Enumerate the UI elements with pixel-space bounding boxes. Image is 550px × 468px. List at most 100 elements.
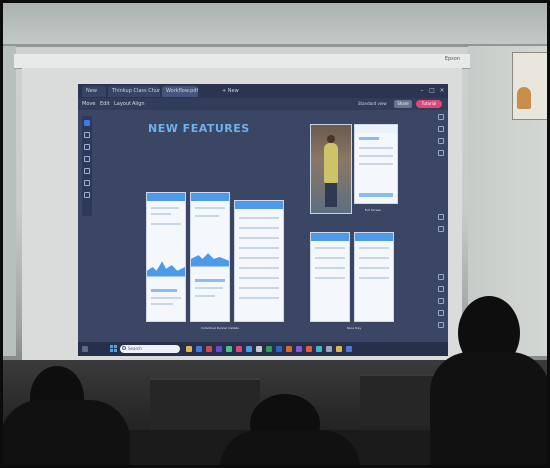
shape-tool-icon[interactable] (84, 156, 90, 162)
app-icon-3[interactable] (326, 346, 332, 352)
phone-line (239, 247, 279, 249)
settings-icon[interactable] (438, 322, 444, 328)
audience-shoulders (0, 400, 130, 468)
image-tool-icon[interactable] (84, 180, 90, 186)
grid-icon[interactable] (438, 138, 444, 144)
edge-icon[interactable] (196, 346, 202, 352)
phone-line (359, 163, 393, 165)
ceiling (0, 0, 550, 46)
search-icon (122, 346, 126, 350)
phone-line (151, 297, 181, 299)
style-icon[interactable] (438, 126, 444, 132)
app-icon-4[interactable] (336, 346, 342, 352)
scroll-up-icon[interactable] (438, 214, 444, 220)
zoom-out-icon[interactable] (438, 286, 444, 292)
menu-bar: Move Edit Layout Align (78, 98, 448, 110)
select-tool-icon[interactable] (84, 120, 90, 126)
start-icon[interactable] (110, 345, 117, 352)
runner-torso (324, 143, 338, 183)
settings-app-icon[interactable] (256, 346, 262, 352)
figma-icon[interactable] (236, 346, 242, 352)
app-icon-2[interactable] (316, 346, 322, 352)
phone-mockup-2[interactable] (190, 192, 230, 322)
scroll-down-icon[interactable] (438, 226, 444, 232)
phone-mockup-4[interactable] (354, 124, 398, 204)
phone-line (239, 267, 279, 269)
phone-line (315, 257, 345, 259)
tutorial-button[interactable]: Tutorial (416, 100, 442, 108)
phone-header (235, 201, 283, 209)
phone-mockup-5[interactable] (310, 232, 350, 322)
phone-line (195, 287, 223, 289)
fit-icon[interactable] (438, 298, 444, 304)
teams-icon[interactable] (216, 346, 222, 352)
text-tool-icon[interactable] (84, 144, 90, 150)
phone-line (151, 213, 171, 215)
menu-align[interactable]: Align (132, 100, 145, 108)
office-icon[interactable] (306, 346, 312, 352)
projected-desktop: New Thinkup Class Church Studio Workflow… (78, 84, 448, 356)
phone-line (239, 257, 279, 259)
chrome-icon[interactable] (206, 346, 212, 352)
phone-mockup-6[interactable] (354, 232, 394, 322)
phone-header (191, 193, 229, 201)
taskbar: Search (78, 342, 448, 356)
share-button[interactable]: Share (394, 100, 412, 108)
runner-head (327, 135, 335, 143)
comment-tool-icon[interactable] (84, 192, 90, 198)
phone-header (355, 125, 397, 133)
menu-move[interactable]: Move (82, 100, 95, 108)
maximize-icon[interactable]: □ (428, 87, 436, 95)
phone-line (315, 267, 345, 269)
word-icon[interactable] (276, 346, 282, 352)
tab-new[interactable]: New (82, 86, 106, 97)
menu-edit[interactable]: Edit (100, 100, 110, 108)
taskbar-search-input[interactable]: Search (120, 345, 180, 353)
phone-line (359, 267, 389, 269)
phone-line (195, 207, 225, 209)
computer-monitor (150, 378, 260, 432)
activity-chart-graphic (147, 261, 185, 277)
phone-line (151, 303, 173, 305)
onenote-icon[interactable] (296, 346, 302, 352)
hand-tool-icon[interactable] (84, 132, 90, 138)
export-icon[interactable] (438, 150, 444, 156)
wall-poster (512, 52, 550, 120)
pen-tool-icon[interactable] (84, 168, 90, 174)
phone-mockup-3[interactable] (234, 200, 284, 322)
phone-bar (359, 137, 379, 140)
browser-tab-bar: New Thinkup Class Church Studio Workflow… (78, 84, 448, 98)
tab-add[interactable]: + New (218, 86, 240, 97)
caption-full-screen: Full Screen (364, 208, 382, 212)
runner-photo[interactable] (310, 124, 352, 214)
powerpoint-icon[interactable] (286, 346, 292, 352)
minimize-icon[interactable]: – (418, 87, 426, 95)
phone-line (239, 297, 279, 299)
screen-brand-label: Epson (444, 56, 460, 62)
excel-icon[interactable] (266, 346, 272, 352)
phone-line (359, 257, 389, 259)
layers-icon[interactable] (438, 114, 444, 120)
widgets-icon[interactable] (82, 346, 88, 352)
menu-layout[interactable]: Layout (114, 100, 131, 108)
app-icon-5[interactable] (346, 346, 352, 352)
projector-screen-housing: Epson (14, 54, 470, 69)
phone-line (239, 237, 279, 239)
runner-legs (325, 183, 337, 207)
phone-mockup-1[interactable] (146, 192, 186, 322)
phone-bar (195, 279, 225, 282)
zoom-in-icon[interactable] (438, 274, 444, 280)
phone-line (359, 247, 389, 249)
tab-workflow[interactable]: Workflow.pdf (162, 86, 198, 97)
close-icon[interactable]: × (438, 87, 446, 95)
app-icon[interactable] (226, 346, 232, 352)
phone-header (355, 233, 393, 241)
store-icon[interactable] (246, 346, 252, 352)
help-icon[interactable] (438, 310, 444, 316)
zoom-label[interactable]: Standard view (358, 100, 388, 108)
phone-header (147, 193, 185, 201)
tab-church-studio[interactable]: Thinkup Class Church Studio (108, 86, 160, 97)
design-canvas[interactable]: NEW FEATURES Individual Runner Details F… (98, 112, 426, 338)
file-explorer-icon[interactable] (186, 346, 192, 352)
phone-line (239, 287, 279, 289)
